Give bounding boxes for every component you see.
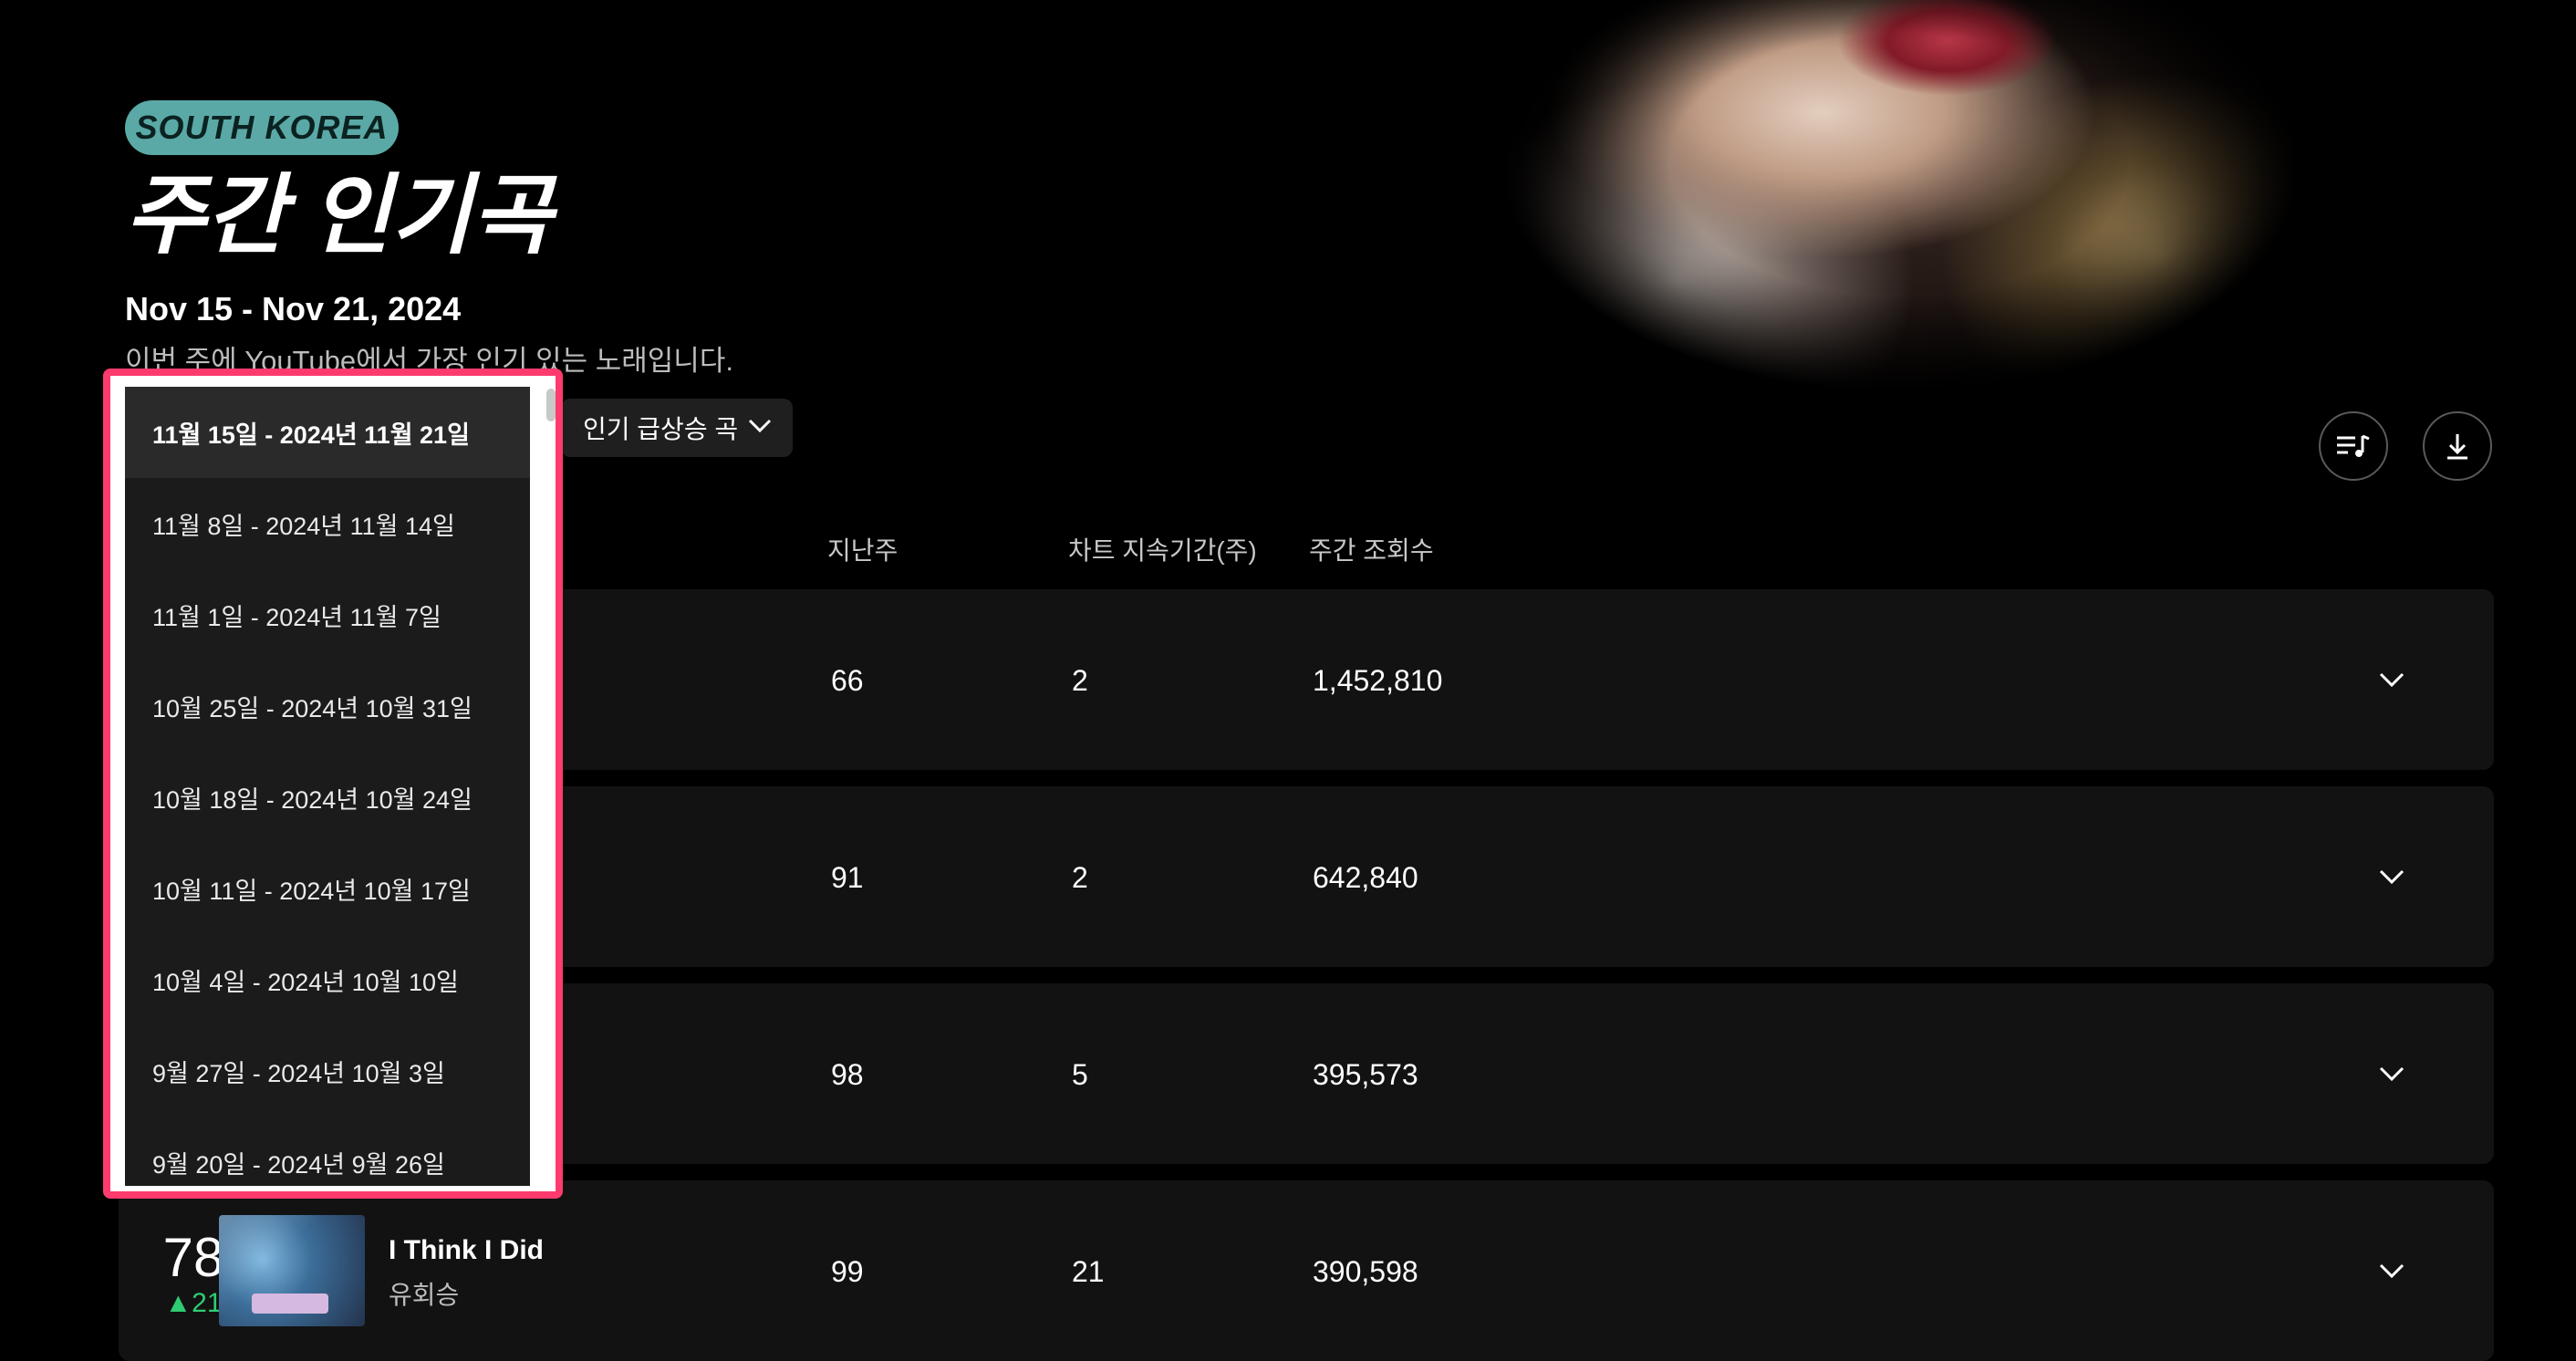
- song-title[interactable]: I Think I Did: [389, 1235, 544, 1266]
- weekly-views-value: 390,598: [1313, 1255, 1418, 1288]
- week-option[interactable]: 10월 25일 - 2024년 10월 31일: [125, 660, 530, 752]
- chevron-down-icon: [748, 419, 772, 433]
- week-option[interactable]: 10월 11일 - 2024년 10월 17일: [125, 843, 530, 934]
- last-week-value: 91: [831, 861, 864, 894]
- weeks-on-chart-value: 21: [1072, 1255, 1105, 1288]
- column-weeks-on-chart: 차트 지속기간(주): [1068, 536, 1257, 565]
- page-title: 주간 인기곡: [125, 167, 553, 265]
- playlist-button[interactable]: [2319, 411, 2388, 481]
- table-row[interactable]: 78 ▲21 I Think I Did 유회승 99 21 390,598: [119, 1180, 2494, 1361]
- week-option[interactable]: 9월 20일 - 2024년 9월 26일: [125, 1117, 530, 1191]
- trend-filter-label: 인기 급상승 곡: [583, 415, 739, 443]
- last-week-value: 66: [831, 664, 864, 697]
- week-option-selected[interactable]: 11월 15일 - 2024년 11월 21일: [125, 387, 530, 478]
- last-week-value: 99: [831, 1255, 864, 1288]
- week-option[interactable]: 11월 8일 - 2024년 11월 14일: [125, 478, 530, 569]
- chevron-down-icon[interactable]: [2379, 1065, 2405, 1082]
- hero-vignette: [1350, 0, 2408, 547]
- column-weekly-views: 주간 조회수: [1309, 536, 1434, 565]
- region-badge: SOUTH KOREA: [125, 100, 399, 155]
- chevron-down-icon[interactable]: [2379, 1262, 2405, 1279]
- week-option[interactable]: 11월 1일 - 2024년 11월 7일: [125, 569, 530, 660]
- download-button[interactable]: [2423, 411, 2492, 481]
- week-option[interactable]: 10월 4일 - 2024년 10월 10일: [125, 934, 530, 1025]
- weekly-views-value: 1,452,810: [1313, 664, 1443, 697]
- weekly-views-value: 395,573: [1313, 1058, 1418, 1091]
- week-picker-dropdown[interactable]: 11월 15일 - 2024년 11월 21일 11월 8일 - 2024년 1…: [103, 369, 563, 1199]
- chevron-down-icon[interactable]: [2379, 868, 2405, 885]
- dropdown-scrollbar[interactable]: [546, 389, 556, 421]
- column-last-week: 지난주: [827, 536, 898, 565]
- weekly-views-value: 642,840: [1313, 861, 1418, 894]
- date-range: Nov 15 - Nov 21, 2024: [125, 290, 462, 327]
- download-icon: [2447, 434, 2467, 460]
- trend-filter-dropdown[interactable]: 인기 급상승 곡: [561, 399, 793, 457]
- last-week-value: 98: [831, 1058, 864, 1091]
- week-options-list[interactable]: 11월 15일 - 2024년 11월 21일 11월 8일 - 2024년 1…: [125, 387, 530, 1186]
- week-option[interactable]: 10월 18일 - 2024년 10월 24일: [125, 752, 530, 843]
- chevron-down-icon[interactable]: [2379, 671, 2405, 688]
- song-artist[interactable]: 유회승: [389, 1275, 459, 1312]
- playlist-music-icon: [2337, 434, 2370, 457]
- album-thumbnail[interactable]: [219, 1215, 365, 1326]
- week-option[interactable]: 9월 27일 - 2024년 10월 3일: [125, 1025, 530, 1117]
- weeks-on-chart-value: 2: [1072, 664, 1088, 697]
- weeks-on-chart-value: 2: [1072, 861, 1088, 894]
- weeks-on-chart-value: 5: [1072, 1058, 1088, 1091]
